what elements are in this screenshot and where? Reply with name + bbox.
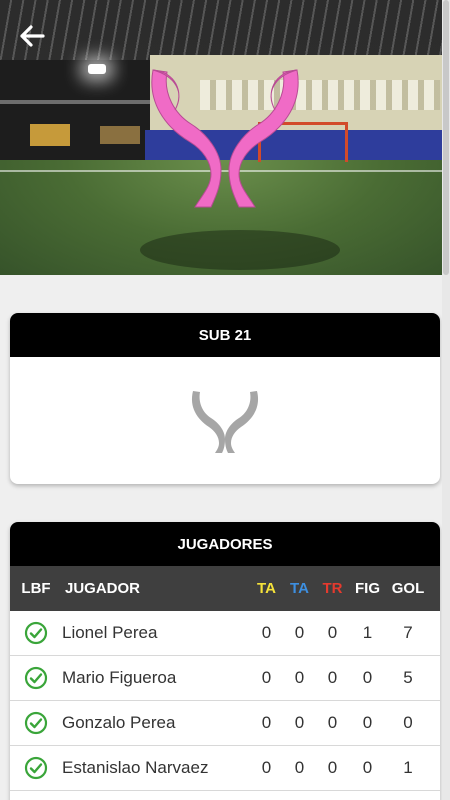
scrollbar[interactable]	[442, 0, 450, 800]
stat-gol: 1	[403, 758, 413, 777]
col-gol: GOL	[391, 580, 425, 597]
stat-ta-yellow: 0	[261, 758, 272, 777]
check-circle-icon	[10, 711, 62, 735]
players-title: JUGADORES	[10, 522, 440, 566]
building-floor	[0, 100, 150, 104]
pink-trophy-logo	[151, 69, 299, 208]
stat-fig: 0	[362, 713, 373, 732]
stat-tr: 0	[327, 758, 338, 777]
table-row[interactable]: Gonzalo Perea 0 0 0 0 0	[10, 701, 440, 746]
col-player: JUGADOR	[65, 580, 141, 597]
stat-tr: 0	[327, 623, 338, 642]
player-name: Mario Figueroa	[62, 668, 177, 687]
stat-gol: 7	[403, 623, 413, 642]
player-name: Lionel Perea	[62, 623, 158, 642]
col-ta-yellow: TA	[257, 580, 276, 597]
stat-gol: 5	[403, 668, 413, 687]
back-button[interactable]	[16, 20, 48, 52]
players-card: JUGADORES LBF JUGADOR TA TA TR FIG GOL L…	[10, 522, 440, 800]
col-tr: TR	[322, 580, 343, 597]
col-ta-blue: TA	[290, 580, 309, 597]
stat-ta-blue: 0	[294, 623, 305, 642]
category-card[interactable]: SUB 21	[10, 313, 440, 484]
stat-ta-yellow: 0	[261, 623, 272, 642]
table-header: LBF JUGADOR TA TA TR FIG GOL	[10, 566, 440, 611]
check-circle-icon	[10, 621, 62, 645]
stat-ta-blue: 0	[294, 668, 305, 687]
table-row[interactable]: Mario Figueroa 0 0 0 0 5	[10, 656, 440, 701]
category-title: SUB 21	[10, 313, 440, 357]
stat-ta-blue: 0	[294, 713, 305, 732]
col-fig: FIG	[355, 580, 380, 597]
hero-banner	[0, 0, 450, 275]
stat-ta-yellow: 0	[261, 713, 272, 732]
table-row[interactable]: Lionel Perea 0 0 0 1 7	[10, 611, 440, 656]
table-row[interactable]: Estanislao Narvaez 0 0 0 0 1	[10, 746, 440, 791]
check-circle-icon	[10, 756, 62, 780]
stat-fig: 1	[362, 623, 373, 642]
player-name: Estanislao Narvaez	[62, 758, 209, 777]
stat-gol: 0	[403, 713, 413, 732]
scrollbar-thumb[interactable]	[443, 0, 449, 275]
gray-trophy-icon	[191, 390, 259, 453]
stat-fig: 0	[362, 758, 373, 777]
category-body	[10, 357, 440, 484]
stadium-light	[88, 64, 106, 74]
stat-ta-blue: 0	[294, 758, 305, 777]
field-shadow	[140, 230, 340, 270]
stat-ta-yellow: 0	[261, 668, 272, 687]
building-window	[30, 124, 70, 146]
col-lbf: LBF	[21, 580, 51, 597]
stat-fig: 0	[362, 668, 373, 687]
stat-tr: 0	[327, 713, 338, 732]
stat-tr: 0	[327, 668, 338, 687]
building	[0, 60, 150, 170]
arrow-left-icon	[20, 25, 45, 47]
building-window	[100, 126, 140, 144]
check-circle-icon	[10, 666, 62, 690]
player-name: Gonzalo Perea	[62, 713, 176, 732]
